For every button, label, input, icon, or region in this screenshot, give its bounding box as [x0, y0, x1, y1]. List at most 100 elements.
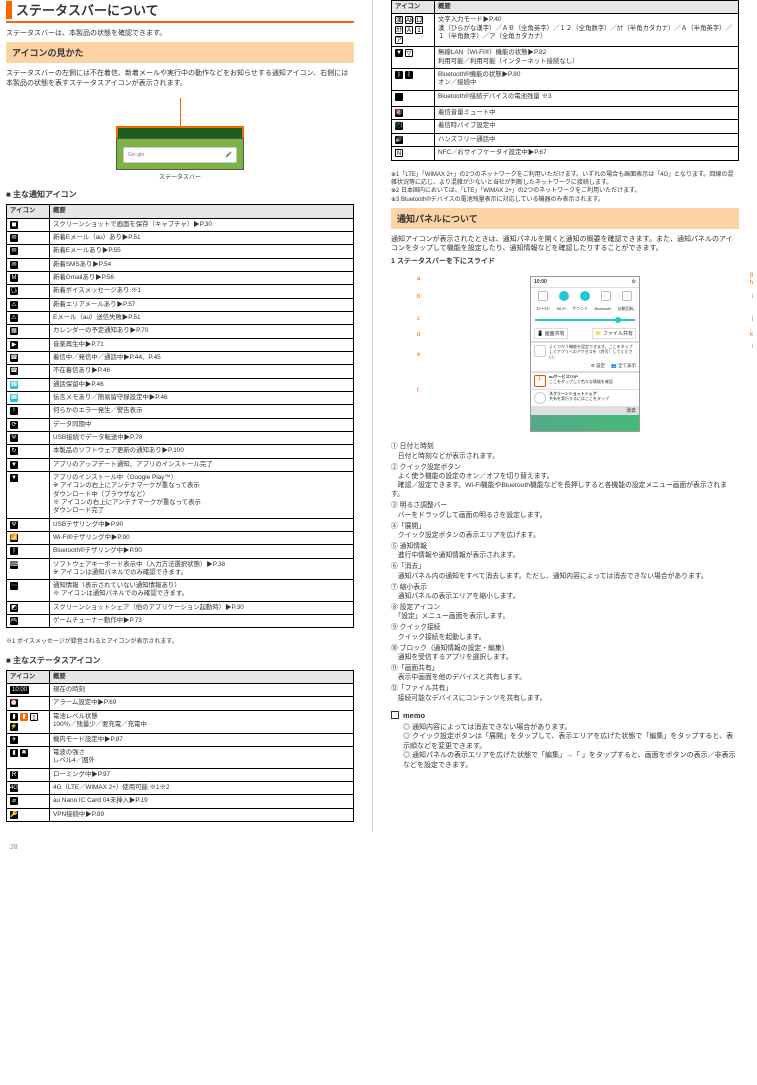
- ab5-icon: A: [405, 26, 413, 34]
- ab-icon: 漢: [395, 16, 403, 24]
- table-icon-cell: !: [7, 405, 50, 418]
- callout-f: f: [417, 388, 419, 394]
- statusbar-illustration: Google 🎤: [112, 98, 248, 170]
- table-desc-cell: 何らかのエラー発生／警告表示: [50, 405, 354, 418]
- empty-icon: [395, 93, 403, 101]
- table-icon-cell: ☎: [7, 378, 50, 391]
- wifi1-icon: ▼: [395, 49, 403, 57]
- table-icon-cell: 📶: [7, 531, 50, 544]
- panel-callout-item: ③ 明るさ調整バー バーをドラッグして画面の明るさを設定します。: [391, 501, 739, 519]
- mic-icon: 🎤: [226, 152, 232, 158]
- table-icon-cell: ☎: [7, 391, 50, 404]
- callout-i: i: [752, 294, 753, 300]
- callout-j: j: [752, 316, 753, 322]
- table-desc-cell: 着信時バイブ設定中: [435, 120, 739, 133]
- intro-text: ステータスバーは、本製品の状態を確認できます。: [6, 29, 354, 38]
- callout-b: b: [417, 294, 420, 300]
- page-title-text: ステータスバーについて: [16, 0, 159, 19]
- nfc-icon: N: [395, 149, 403, 157]
- plane-icon: ✈: [10, 736, 18, 744]
- table-desc-cell: 新着エリアメールあり▶P.57: [50, 298, 354, 311]
- table-desc-cell: Bluetooth®機能の状態▶P.80 オン／接続中: [435, 68, 739, 90]
- table-icon-cell: 漢AB12ｶﾅA1ア: [392, 14, 435, 47]
- env2-icon: ✉: [10, 247, 18, 255]
- table-icon-cell: ▮▮▯⚡: [7, 710, 50, 733]
- table-desc-cell: 着信音量ミュート中: [435, 106, 739, 119]
- table-desc-cell: スクリーンショットシェア（他のアプリケーション起動時）▶P.30: [50, 601, 354, 614]
- notification-panel-illustration: a b c d e f g h i j k l 10:00 ⚙ ｽ: [431, 272, 739, 436]
- table-icon-cell: ✈: [7, 733, 50, 746]
- table-icon-cell: 📳: [392, 120, 435, 133]
- table-icon-cell: 🔊: [392, 133, 435, 146]
- phone-t1-icon: ☎: [10, 381, 18, 389]
- panel-homescreen-peek: [531, 415, 639, 431]
- table-desc-cell: 着信中／発信中／通話中▶P.44、P.45: [50, 351, 354, 364]
- wifi2-icon: ▽: [405, 49, 413, 57]
- bt1-icon: ᛒ: [395, 71, 403, 79]
- panel-time-row: 10:00 ⚙: [531, 277, 639, 288]
- table-desc-cell: 伝言メモあり／簡易留守録設定中▶P.46: [50, 391, 354, 404]
- pointer-line: [180, 98, 181, 126]
- table-icon-cell: ✉: [7, 245, 50, 258]
- panel-callout-item: ⑪「画面共有」 表示中画面を他のデバイスと共有します。: [391, 664, 739, 682]
- table-icon-cell: 🔇: [392, 106, 435, 119]
- table-icon-cell: ⚠: [7, 311, 50, 324]
- dots-icon: ⋯: [10, 582, 18, 590]
- statusbar-caption: ステータスバー: [6, 172, 354, 181]
- table-desc-cell: 通知情報（表示されていない通知情報あり） ※ アイコンは通知パネルでのみ確認でき…: [50, 580, 354, 602]
- ab6-icon: 1: [415, 26, 423, 34]
- panel-step: 1 ステータスバーを下にスライド: [391, 257, 739, 266]
- shot-icon: ◩: [10, 604, 18, 612]
- table-desc-cell: ソフトウェアキーボード表示中（入力方法選択状態）▶P.38 ※ アイコンは通知パ…: [50, 558, 354, 580]
- table-icon-cell: ▶: [7, 338, 50, 351]
- table-desc-cell: カレンダーの予定通知あり▶P.70: [50, 325, 354, 338]
- table-desc-cell: 通話保留中▶P.46: [50, 378, 354, 391]
- table-desc-cell: 音楽再生中▶P.71: [50, 338, 354, 351]
- col-desc: 概要: [435, 1, 739, 14]
- homescreen-mock: Google 🎤: [116, 138, 244, 170]
- table-desc-cell: USBテザリング中▶P.90: [50, 518, 354, 531]
- ab7-icon: ア: [395, 36, 403, 44]
- strip-body: ステータスバーの左側には不在着信、新着メールや実行中の動作などをお知らせする通知…: [6, 69, 354, 88]
- memo-item: 通知内容によっては消去できない場合があります。: [403, 723, 739, 732]
- panel-quick-toggles: [531, 288, 639, 304]
- page-number: 28: [0, 842, 757, 857]
- callout-c: c: [417, 316, 420, 322]
- cal-icon: ▦: [10, 327, 18, 335]
- panel-callout-item: ⑫「ファイル共有」 接続可能なデバイスにコンテンツを共有します。: [391, 684, 739, 702]
- bt2-icon: ᛒ: [405, 71, 413, 79]
- table-desc-cell: アラーム設定中▶P.69: [50, 697, 354, 710]
- status-icons-table-2: アイコン 概要 漢AB12ｶﾅA1ア 文字入力モード▶P.40 漢（ひらがな漢字…: [391, 0, 739, 161]
- panel-body: 通知アイコンが表示されたときは、通知パネルを開くと通知の概要を確認できます。また…: [391, 235, 739, 254]
- table-icon-cell: 🗣: [7, 285, 50, 298]
- table-desc-cell: スクリーンショットで画面を保存（キャプチャ）▶P.30: [50, 218, 354, 231]
- tether-icon: Ψ: [10, 521, 18, 529]
- table-icon-cell: ⋯: [7, 580, 50, 602]
- table-desc-cell: 現在の時刻: [50, 683, 354, 696]
- panel-notif-actions: ⚙ 設定👥 全て表示: [531, 361, 639, 372]
- table-icon-cell: R: [7, 768, 50, 781]
- phone-icon: ☎: [10, 354, 18, 362]
- callout-a: a: [417, 276, 420, 282]
- gmail-icon: M: [10, 274, 18, 282]
- table-desc-cell: Eメール（au）送信失敗▶P.51: [50, 311, 354, 324]
- memo-item: 通知パネルの表示エリアを広げた状態で「編集」→「 」をタップすると、画面をボタン…: [403, 751, 739, 770]
- table-icon-cell: Ψ: [7, 431, 50, 444]
- panel-callout-item: ⑨ クイック接続 クイック接続を起動します。: [391, 623, 739, 641]
- memo-heading: memo: [391, 711, 739, 720]
- callout-d: d: [417, 332, 420, 338]
- table-desc-cell: 新着Eメール（au）あり▶P.51: [50, 231, 354, 244]
- voice-icon: 🗣: [10, 287, 18, 295]
- table-desc-cell: 機内モード設定中▶P.87: [50, 733, 354, 746]
- table-icon-cell: M: [7, 271, 50, 284]
- callout-h: h: [750, 280, 753, 286]
- panel-callout-item: ⑤ 通知情報 進行中情報や通知情報が表示されます。: [391, 542, 739, 560]
- panel-brightness-slider: [531, 319, 639, 321]
- col-desc: 概要: [50, 670, 354, 683]
- table-desc-cell: アプリのインストール中（Google Play™） ※ アイコンの右上にアンテナ…: [50, 471, 354, 518]
- callout-l: l: [752, 344, 753, 350]
- callout-g: g: [750, 272, 753, 278]
- google-searchbox-mock: Google 🎤: [123, 147, 237, 163]
- notif-icons-heading: ■ 主な通知アイコン: [6, 189, 354, 200]
- table-desc-cell: データ同期中: [50, 418, 354, 431]
